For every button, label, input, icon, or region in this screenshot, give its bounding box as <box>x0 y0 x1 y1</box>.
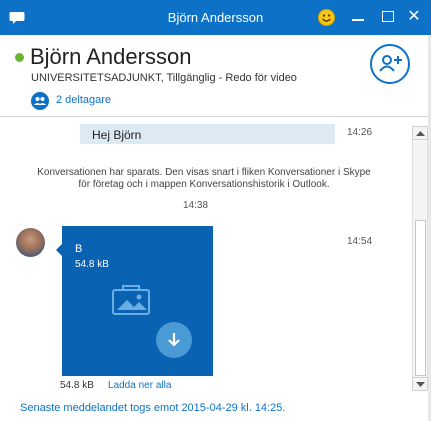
notice-time: 14:38 <box>183 200 209 211</box>
sender-avatar[interactable] <box>16 228 45 257</box>
scroll-thumb[interactable] <box>415 220 426 376</box>
message-text: Hej Björn <box>92 128 142 142</box>
file-transfer-card[interactable]: B 54.8 kB <box>56 226 213 376</box>
add-person-icon <box>379 55 402 72</box>
close-button[interactable]: ✕ <box>402 5 426 29</box>
conversation-area: Hej Björn 14:26 Konversationen har spara… <box>0 118 431 421</box>
participants-count: 2 deltagare <box>56 94 112 106</box>
conversation-saved-notice: Konversationen har sparats. Den visas sn… <box>8 167 400 191</box>
title-bar: Björn Andersson ✕ <box>0 0 431 35</box>
chevron-down-icon <box>416 382 425 387</box>
minimize-button[interactable] <box>346 5 370 29</box>
presence-available-icon <box>15 53 24 62</box>
file-time: 14:54 <box>347 236 373 247</box>
message-bubble[interactable]: Hej Björn <box>80 124 335 144</box>
scroll-track[interactable] <box>412 140 428 377</box>
last-message-status: Senaste meddelandet togs emot 2015-04-29… <box>20 402 286 414</box>
image-icon <box>111 282 151 321</box>
minimize-icon <box>352 19 364 21</box>
contact-header: Björn Andersson UNIVERSITETSADJUNKT, Til… <box>0 35 431 117</box>
message-time: 14:26 <box>347 127 373 138</box>
scrollbar[interactable] <box>412 126 428 391</box>
scroll-down-button[interactable] <box>412 377 428 391</box>
contact-name[interactable]: Björn Andersson <box>30 44 191 70</box>
download-icon <box>168 333 180 347</box>
notice-line-1: Konversationen har sparats. Den visas sn… <box>37 167 371 178</box>
notice-line-2: för företag och i mappen Konversationshi… <box>78 179 330 190</box>
contact-status: UNIVERSITETSADJUNKT, Tillgänglig - Redo … <box>31 72 297 84</box>
file-size: 54.8 kB <box>75 259 109 270</box>
total-size: 54.8 kB <box>60 380 94 391</box>
participants-icon <box>31 92 49 110</box>
emoji-icon[interactable] <box>318 9 335 31</box>
scroll-up-button[interactable] <box>412 126 428 140</box>
maximize-icon <box>382 11 394 22</box>
file-name: B <box>75 243 83 255</box>
chevron-up-icon <box>416 131 425 136</box>
download-all-link[interactable]: Ladda ner alla <box>108 380 171 391</box>
download-button[interactable] <box>156 322 192 358</box>
close-icon: ✕ <box>407 8 421 25</box>
add-person-button[interactable] <box>370 44 410 84</box>
maximize-button[interactable] <box>376 5 400 29</box>
